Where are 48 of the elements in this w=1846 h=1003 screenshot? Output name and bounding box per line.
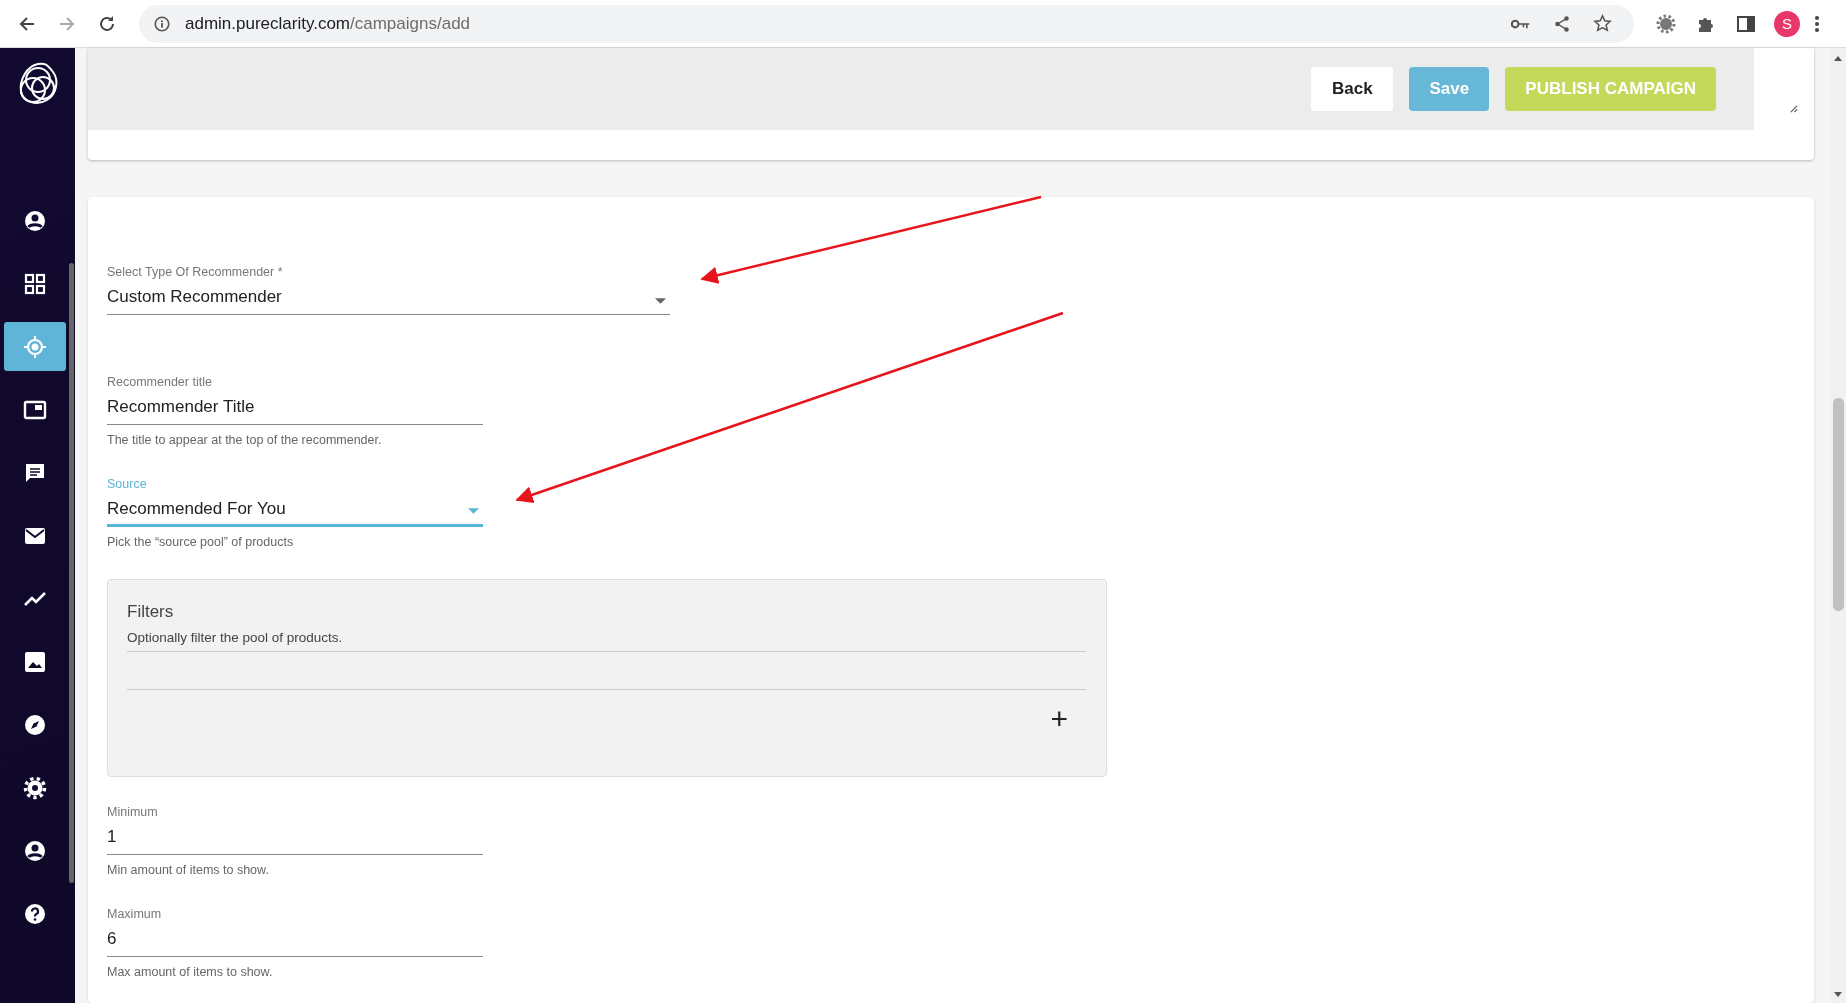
field-label: Source [107, 477, 148, 491]
scrollbar[interactable] [1830, 48, 1846, 1003]
info-icon[interactable] [153, 14, 171, 33]
field-value: Recommended For You [107, 499, 286, 519]
maximum-field[interactable]: Maximum 6 [107, 907, 483, 957]
menu-icon[interactable] [1814, 13, 1820, 34]
grid-icon [22, 271, 47, 296]
user-icon [22, 838, 47, 863]
back-button[interactable]: Back [1311, 67, 1394, 111]
scroll-up-icon[interactable] [1834, 56, 1842, 61]
scroll-down-icon[interactable] [1834, 992, 1842, 997]
help-text: Min amount of items to show. [107, 863, 270, 877]
field-label: Recommender title [107, 375, 213, 389]
url-text: admin.pureclarity.com/campaigns/add [185, 13, 471, 34]
profile-avatar[interactable]: S [1774, 10, 1800, 37]
dropdown-caret-icon [655, 298, 666, 304]
field-label: Minimum [107, 805, 159, 819]
dropdown-caret-icon [468, 508, 479, 514]
settings-icon [22, 775, 47, 800]
key-icon[interactable] [1511, 17, 1531, 30]
side-panel-icon[interactable] [1736, 13, 1756, 34]
address-bar[interactable]: admin.pureclarity.com/campaigns/add [139, 4, 1634, 43]
field-value: Custom Recommender [107, 287, 282, 307]
resize-handle-icon[interactable] [1789, 104, 1798, 113]
share-icon[interactable] [1553, 14, 1571, 33]
filters-description: Optionally filter the pool of products. [127, 630, 1086, 652]
field-value: 1 [107, 827, 117, 847]
recommender-title-field[interactable]: Recommender title Recommender Title [107, 375, 483, 425]
scrollbar-thumb[interactable] [1832, 398, 1844, 611]
recommender-type-select[interactable]: Select Type Of Recommender * Custom Recommender [107, 265, 670, 315]
compass-icon [22, 712, 47, 737]
field-label: Maximum [107, 907, 163, 921]
field-value: Recommender Title [107, 397, 255, 417]
gear-icon[interactable] [1656, 13, 1676, 34]
star-icon[interactable] [1593, 14, 1612, 33]
filters-title: Filters [127, 602, 175, 622]
help-text: The title to appear at the top of the recommender. [107, 433, 383, 447]
help-text: Max amount of items to show. [107, 965, 274, 979]
field-value: 6 [107, 929, 117, 949]
minimum-field[interactable]: Minimum 1 [107, 805, 483, 855]
source-select[interactable]: Source Recommended For You [107, 477, 483, 527]
add-filter-button[interactable]: + [1046, 704, 1072, 734]
image-icon [22, 649, 47, 674]
field-label: Select Type Of Recommender * [107, 265, 284, 279]
help-text: Pick the “source pool” of products [107, 535, 295, 549]
crosshair-icon [22, 334, 47, 359]
user-icon [22, 208, 47, 233]
help-icon [22, 901, 47, 926]
